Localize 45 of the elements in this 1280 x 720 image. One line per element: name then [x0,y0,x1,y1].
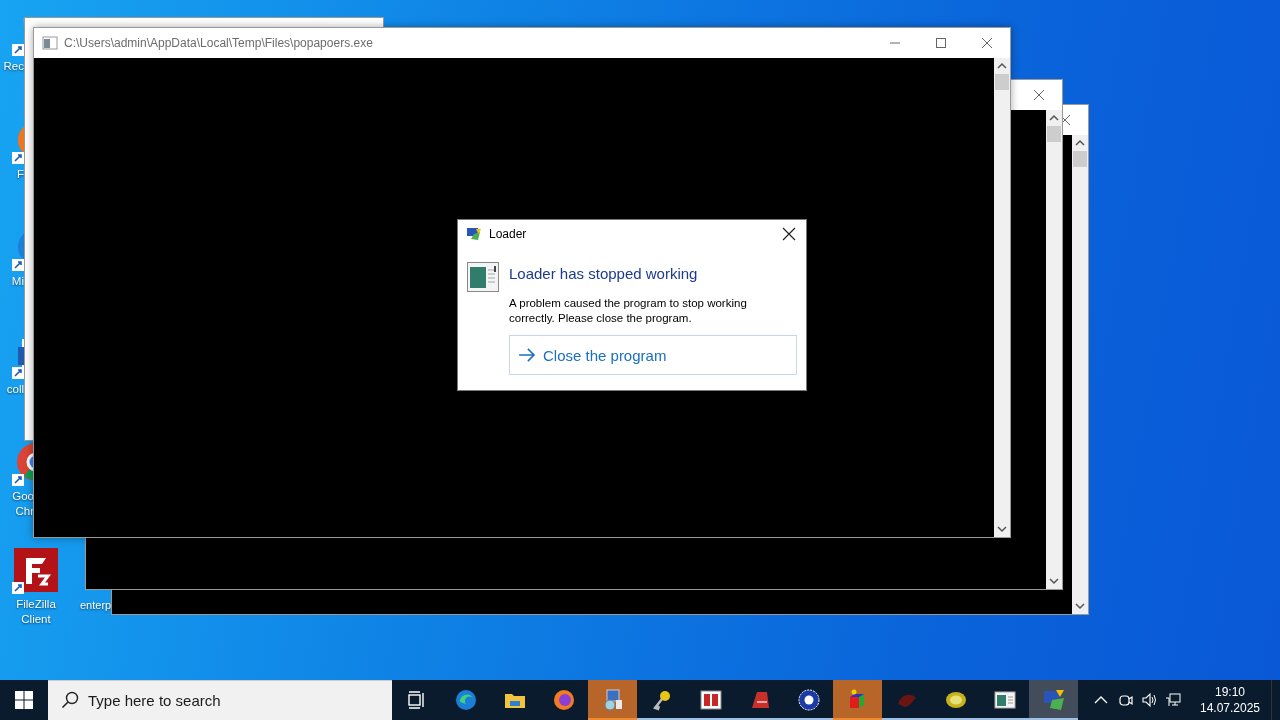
close-program-button[interactable]: Close the program [509,335,797,375]
window-title: C:\Users\admin\AppData\Local\Temp\Files\popapoers.exe [64,36,373,50]
loader-icon [1041,688,1066,712]
icon-label: Mi [11,274,24,289]
close-icon [782,227,796,241]
search-icon [61,691,79,709]
scrollbar[interactable] [1072,135,1088,614]
filezilla-icon[interactable] [12,545,60,594]
console-icon [42,35,58,51]
icon-label: coll [6,381,24,397]
search-field[interactable]: Type here to search [48,680,392,720]
program-window-icon [467,262,499,292]
camera-icon[interactable] [1117,692,1133,708]
dialog-heading: Loader has stopped working [509,264,699,284]
scrollbar-thumb[interactable] [1047,126,1061,142]
maximize-icon [935,37,947,49]
clock[interactable]: 19:10 14.07.2025 [1197,684,1263,716]
close-icon [1062,114,1071,126]
icon-label: Client [21,611,51,627]
dialog-message: A problem caused the program to stop working correctly. Please close the program. [509,296,748,326]
clock-date: 14.07.2025 [1199,700,1261,716]
icon-label: Goo [12,489,34,504]
icon-label: F [16,166,24,182]
calendar-icon [698,688,723,712]
icon-label: Chr [15,504,34,519]
dialog-title: Loader [489,227,527,241]
scrollbar-thumb[interactable] [1073,151,1087,167]
arrow-icon [518,348,536,362]
icon-label: enterp [80,598,112,613]
task-view-icon [406,691,427,709]
speaker-icon[interactable] [1141,692,1157,708]
windows-logo-icon [15,691,33,709]
close-icon [1033,89,1045,101]
network-icon[interactable] [1165,692,1181,708]
disc-icon [796,688,821,712]
firefox-icon [551,688,576,712]
window-icon [992,688,1017,712]
scrollbar[interactable] [994,58,1010,537]
icon-label: FileZilla [16,596,56,612]
close-icon [981,37,993,49]
icon-label: Rec [3,59,24,74]
scrollbar[interactable] [1046,110,1062,589]
loader-icon [466,226,482,242]
scrollbar-thumb[interactable] [995,74,1009,90]
clock-time: 19:10 [1215,684,1245,700]
